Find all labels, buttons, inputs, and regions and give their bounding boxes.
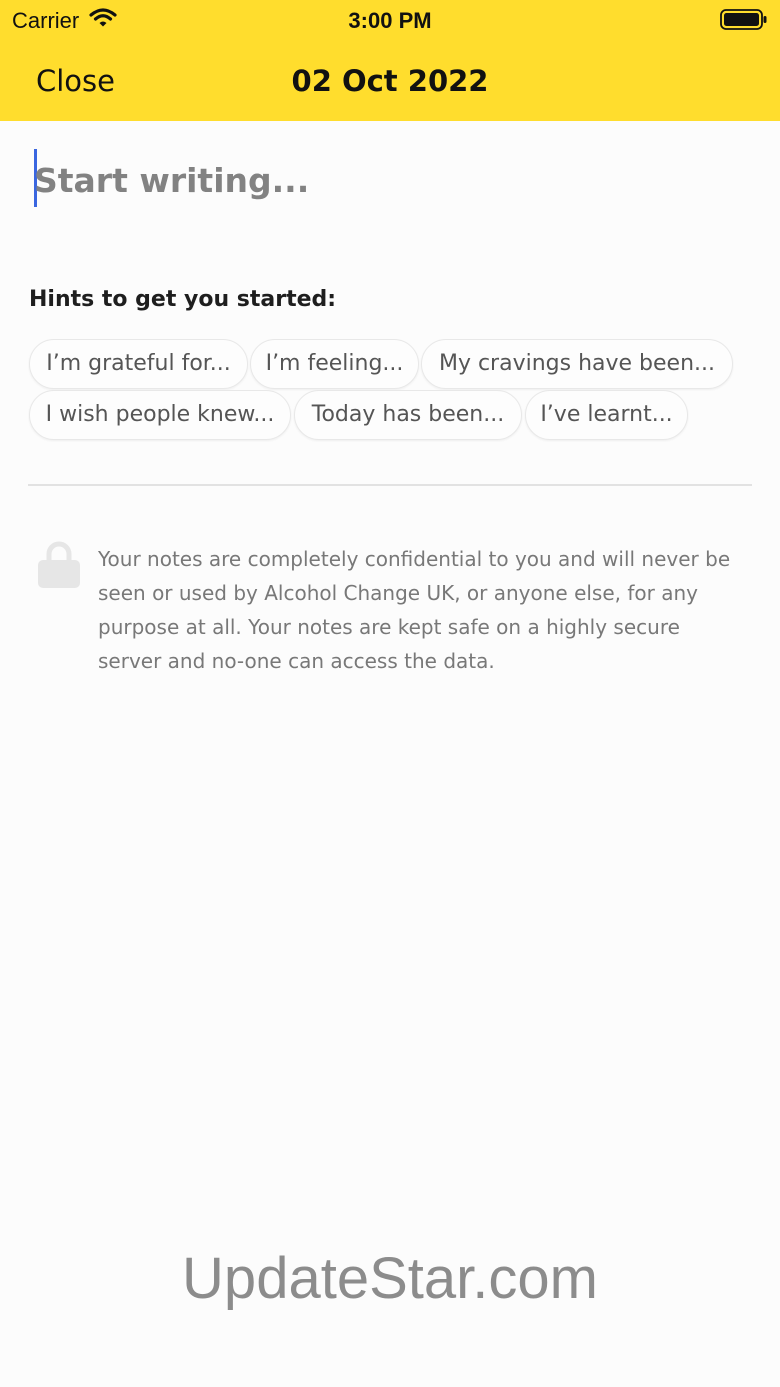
page-title: 02 Oct 2022 xyxy=(291,64,489,98)
hint-chip-wish[interactable]: I wish people knew... xyxy=(29,390,291,440)
watermark: UpdateStar.com xyxy=(182,1246,598,1311)
hint-chip-cravings[interactable]: My cravings have been... xyxy=(421,339,733,389)
editor-placeholder: Start writing... xyxy=(34,161,310,200)
status-bar: Carrier 3:00 PM xyxy=(0,0,780,40)
status-time: 3:00 PM xyxy=(348,8,432,33)
divider xyxy=(28,484,752,486)
header: Carrier 3:00 PM Close 02 Oct 2022 xyxy=(0,0,780,121)
privacy-notice: Your notes are completely confidential t… xyxy=(98,547,731,673)
nav-bar: Close 02 Oct 2022 xyxy=(0,44,780,120)
hint-chip-feeling[interactable]: I’m feeling... xyxy=(250,339,419,389)
hints-heading: Hints to get you started: xyxy=(29,287,337,312)
hint-chip-learnt[interactable]: I’ve learnt... xyxy=(525,390,688,440)
hint-chip-today[interactable]: Today has been... xyxy=(294,390,522,440)
battery-icon xyxy=(720,9,768,35)
lock-icon xyxy=(37,541,81,593)
hint-chip-grateful[interactable]: I’m grateful for... xyxy=(29,339,248,389)
note-editor[interactable]: Start writing... xyxy=(34,149,744,209)
